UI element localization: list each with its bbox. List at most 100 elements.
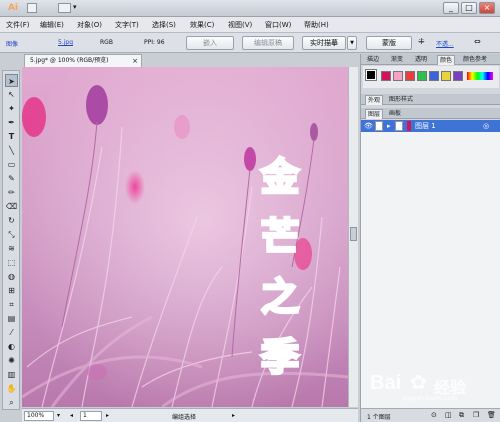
tab-artboards[interactable]: 画板 (387, 109, 403, 119)
close-icon[interactable]: × (132, 55, 138, 67)
new-layer-icon[interactable]: ❐ (473, 411, 479, 419)
eyedropper-tool-icon[interactable]: ⁄ (5, 326, 18, 339)
eraser-tool-icon[interactable]: ⌫ (5, 200, 18, 213)
color-spectrum[interactable] (467, 72, 493, 80)
chevron-down-icon[interactable]: ▾ (73, 3, 77, 11)
delete-layer-icon[interactable]: 🗑 (487, 411, 496, 419)
title-char: 金 (259, 154, 300, 201)
new-sublayer-icon[interactable]: ⧉ (459, 411, 464, 420)
pen-tool-icon[interactable]: ✒ (5, 116, 18, 129)
maximize-button[interactable]: □ (461, 2, 477, 14)
close-button[interactable]: × (479, 2, 495, 14)
document-tab-title: 5.jpg* @ 100% (RGB/预览) (30, 57, 109, 64)
menu-view[interactable]: 视图(V) (228, 20, 252, 30)
zoom-dropdown-icon[interactable]: ▾ (57, 412, 60, 419)
menu-window[interactable]: 窗口(W) (265, 20, 291, 30)
document-canvas[interactable]: 金 芒 之 季 (22, 67, 348, 407)
illustrator-window: Ai ▾ _ □ × 文件(F) 编辑(E) 对象(O) 文字(T) 选择(S)… (0, 0, 500, 422)
transform-icon[interactable]: ⁜ (418, 37, 425, 46)
right-panel-dock: 描边 渐变 透明 颜色 颜色参考 外观 图形样式 图层 画板 👁 ▸ 图层 1 … (360, 54, 500, 422)
line-tool-icon[interactable]: ╲ (5, 144, 18, 157)
zoom-tool-icon[interactable]: ⌕ (5, 396, 18, 409)
type-tool-icon[interactable]: T (5, 130, 18, 143)
edit-original-button[interactable]: 编辑原稿 (242, 36, 294, 50)
pencil-tool-icon[interactable]: ✏ (5, 186, 18, 199)
watermark-url: jingyan.baidu.com (402, 395, 458, 402)
prev-artboard-icon[interactable]: ◂ (70, 412, 73, 419)
direct-selection-tool-icon[interactable]: ↖ (5, 88, 18, 101)
next-artboard-icon[interactable]: ▸ (106, 412, 109, 419)
menu-type[interactable]: 文字(T) (115, 20, 139, 30)
locate-object-icon[interactable]: ⊙ (431, 411, 437, 419)
current-tool-label: 编组选择 (172, 414, 197, 421)
menu-help[interactable]: 帮助(H) (304, 20, 329, 30)
zoom-field[interactable]: 100% (24, 411, 54, 421)
rectangle-tool-icon[interactable]: ▭ (5, 158, 18, 171)
fill-swatch[interactable] (366, 70, 376, 80)
selection-tool-icon[interactable]: ➤ (5, 74, 18, 87)
magic-wand-icon[interactable]: ✦ (5, 102, 18, 115)
live-trace-button[interactable]: 实时描摹 (302, 36, 346, 50)
paintbrush-tool-icon[interactable]: ✎ (5, 172, 18, 185)
vertical-title-text: 金 芒 之 季 (254, 147, 306, 407)
filename-link[interactable]: 5.jpg (58, 39, 73, 46)
menu-object[interactable]: 对象(O) (77, 20, 102, 30)
colormode-label: RGB (100, 39, 113, 46)
menu-file[interactable]: 文件(F) (6, 20, 30, 30)
tab-color-guide[interactable]: 颜色参考 (461, 55, 489, 65)
layer-row[interactable]: 👁 ▸ 图层 1 ◎ (361, 120, 500, 132)
tab-transparency[interactable]: 透明 (413, 55, 429, 65)
scale-tool-icon[interactable]: ⤡ (5, 228, 18, 241)
vertical-scrollbar[interactable] (348, 67, 358, 407)
title-bar: Ai ▾ _ □ × (0, 0, 500, 17)
opacity-link[interactable]: 不透... (436, 39, 454, 48)
tab-appearance[interactable]: 外观 (365, 95, 384, 105)
mask-button[interactable]: 蒙版 (366, 36, 412, 50)
tab-color[interactable]: 颜色 (437, 55, 456, 65)
color-swatch[interactable] (381, 71, 391, 81)
layer-name[interactable]: 图层 1 (415, 121, 436, 131)
color-swatch[interactable] (393, 71, 403, 81)
rotate-tool-icon[interactable]: ↻ (5, 214, 18, 227)
scrollbar-thumb[interactable] (350, 227, 357, 241)
tab-gradient[interactable]: 渐变 (389, 55, 405, 65)
arrange-documents-icon[interactable] (58, 3, 71, 13)
symbol-sprayer-tool-icon[interactable]: ✺ (5, 354, 18, 367)
minimize-button[interactable]: _ (443, 2, 459, 14)
mesh-tool-icon[interactable]: ⌗ (5, 298, 18, 311)
color-swatch[interactable] (441, 71, 451, 81)
hand-tool-icon[interactable]: ✋ (5, 382, 18, 395)
blend-tool-icon[interactable]: ◐ (5, 340, 18, 353)
live-trace-dropdown[interactable]: ▼ (347, 36, 357, 50)
tab-graphic-styles[interactable]: 图形样式 (387, 95, 415, 105)
expand-arrow-icon[interactable]: ▸ (387, 121, 391, 131)
status-menu-icon[interactable]: ▸ (232, 412, 235, 419)
graph-tool-icon[interactable]: ▥ (5, 368, 18, 381)
eye-icon[interactable]: 👁 (364, 121, 373, 131)
color-swatch[interactable] (429, 71, 439, 81)
tab-stroke[interactable]: 描边 (365, 55, 381, 65)
gradient-tool-icon[interactable]: ▤ (5, 312, 18, 325)
layer-color-tag (407, 121, 411, 131)
bridge-icon[interactable] (27, 3, 37, 13)
artboard-number-field[interactable]: 1 (80, 411, 102, 421)
align-icon[interactable]: ⇔ (474, 37, 481, 46)
clipping-mask-icon[interactable]: ◫ (445, 411, 452, 419)
color-swatch[interactable] (417, 71, 427, 81)
menu-effect[interactable]: 效果(C) (190, 20, 214, 30)
lock-toggle[interactable] (375, 121, 383, 131)
menu-edit[interactable]: 编辑(E) (40, 20, 64, 30)
shape-builder-tool-icon[interactable]: ◍ (5, 270, 18, 283)
free-transform-tool-icon[interactable]: ⬚ (5, 256, 18, 269)
color-swatch[interactable] (453, 71, 463, 81)
app-logo: Ai (7, 3, 19, 13)
warp-tool-icon[interactable]: ≋ (5, 242, 18, 255)
target-icon[interactable]: ◎ (483, 121, 489, 131)
embed-button[interactable]: 嵌入 (186, 36, 234, 50)
color-swatch[interactable] (405, 71, 415, 81)
perspective-grid-tool-icon[interactable]: ⊞ (5, 284, 18, 297)
menu-select[interactable]: 选择(S) (152, 20, 176, 30)
document-tab[interactable]: 5.jpg* @ 100% (RGB/预览) × (24, 54, 142, 67)
tab-layers[interactable]: 图层 (365, 109, 384, 119)
layer-count-label: 1 个图层 (367, 414, 391, 421)
